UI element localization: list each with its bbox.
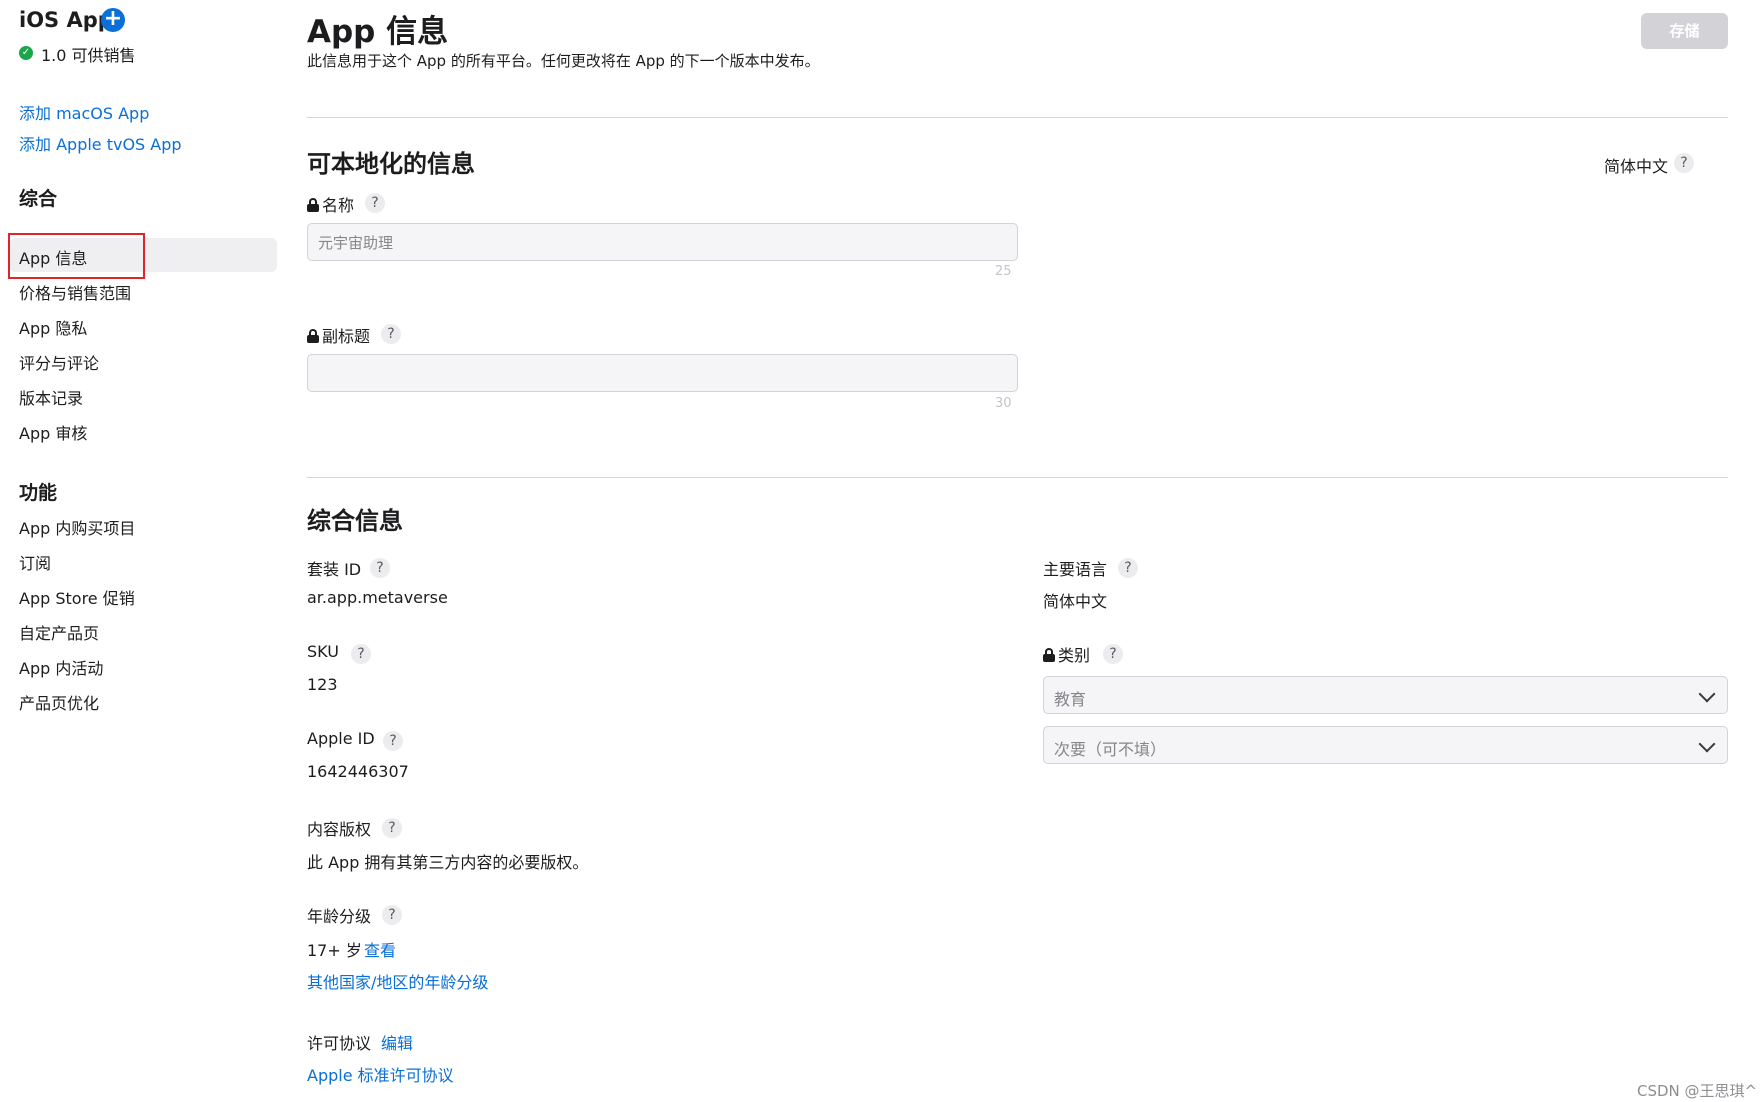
section-divider — [307, 477, 1728, 478]
sidebar-heading-general: 综合 — [19, 188, 58, 210]
primary-category-value: 教育 — [1054, 690, 1087, 709]
standard-license-link[interactable]: Apple 标准许可协议 — [307, 1062, 454, 1086]
sidebar-item-app-info[interactable]: App 信息 — [19, 245, 87, 269]
sidebar-item-in-app-purchases[interactable]: App 内购买项目 — [19, 515, 135, 539]
subtitle-char-counter: 30 — [995, 396, 1012, 411]
status-check-icon: ✓ — [19, 46, 33, 60]
chevron-down-icon — [1698, 685, 1716, 703]
app-platform-title: iOS App — [19, 8, 113, 32]
name-char-counter: 25 — [995, 264, 1012, 279]
lock-icon — [307, 329, 319, 343]
sidebar-item-in-app-events[interactable]: App 内活动 — [19, 655, 103, 679]
lock-icon — [307, 198, 319, 212]
bundle-id-value: ar.app.metaverse — [307, 588, 448, 607]
category-label: 类别 — [1043, 642, 1090, 666]
license-label: 许可协议 — [307, 1034, 372, 1053]
sidebar-item-product-page-optimization[interactable]: 产品页优化 — [19, 690, 99, 714]
subtitle-field[interactable] — [307, 354, 1018, 392]
watermark: CSDN @王思琪^ — [1637, 1082, 1758, 1100]
name-field[interactable] — [307, 223, 1018, 261]
age-rating-view-link[interactable]: 查看 — [364, 937, 396, 961]
bundle-id-help-icon[interactable]: ? — [370, 558, 390, 578]
lock-icon — [1043, 648, 1055, 662]
primary-category-select[interactable]: 教育 — [1043, 676, 1728, 714]
sku-help-icon[interactable]: ? — [351, 644, 371, 664]
other-regions-age-rating-link[interactable]: 其他国家/地区的年龄分级 — [307, 969, 488, 993]
content-rights-label: 内容版权 — [307, 820, 372, 839]
general-section-title: 综合信息 — [307, 507, 403, 535]
add-platform-plus-icon[interactable]: + — [101, 8, 125, 32]
sidebar-item-app-store-promotions[interactable]: App Store 促销 — [19, 585, 135, 609]
apple-id-value: 1642446307 — [307, 762, 409, 781]
sidebar-item-version-history[interactable]: 版本记录 — [19, 385, 83, 409]
subtitle-help-icon[interactable]: ? — [381, 324, 401, 344]
chevron-down-icon — [1698, 735, 1716, 753]
sku-label: SKU — [307, 642, 339, 661]
sidebar-item-custom-product-pages[interactable]: 自定产品页 — [19, 620, 99, 644]
add-tvos-app-link[interactable]: 添加 Apple tvOS App — [19, 131, 182, 155]
secondary-category-select[interactable]: 次要（可不填） — [1043, 726, 1728, 764]
page-title: App 信息 — [307, 14, 449, 50]
age-rating-help-icon[interactable]: ? — [382, 905, 402, 925]
license-edit-link[interactable]: 编辑 — [381, 1030, 413, 1054]
apple-id-label: Apple ID — [307, 729, 375, 748]
apple-id-help-icon[interactable]: ? — [383, 731, 403, 751]
bundle-id-label: 套装 ID — [307, 560, 362, 579]
sku-value: 123 — [307, 675, 338, 694]
sidebar-item-privacy[interactable]: App 隐私 — [19, 315, 87, 339]
name-help-icon[interactable]: ? — [365, 193, 385, 213]
page-subtitle: 此信息用于这个 App 的所有平台。任何更改将在 App 的下一个版本中发布。 — [307, 52, 820, 70]
category-help-icon[interactable]: ? — [1103, 644, 1123, 664]
age-rating-value: 17+ 岁 — [307, 941, 362, 960]
secondary-category-placeholder: 次要（可不填） — [1054, 740, 1167, 759]
save-button[interactable]: 存储 — [1641, 13, 1728, 49]
age-rating-label: 年龄分级 — [307, 907, 372, 926]
sidebar-item-pricing[interactable]: 价格与销售范围 — [19, 280, 131, 304]
header-divider — [307, 117, 1728, 118]
content-rights-help-icon[interactable]: ? — [382, 818, 402, 838]
primary-language-help-icon[interactable]: ? — [1118, 558, 1138, 578]
sidebar-item-ratings[interactable]: 评分与评论 — [19, 350, 99, 374]
primary-language-value: 简体中文 — [1043, 592, 1108, 611]
localizable-section-title: 可本地化的信息 — [307, 150, 475, 178]
name-label: 名称 — [307, 192, 354, 216]
version-status: 1.0 可供销售 — [41, 46, 136, 65]
sidebar-item-subscriptions[interactable]: 订阅 — [19, 550, 51, 574]
content-rights-value: 此 App 拥有其第三方内容的必要版权。 — [307, 853, 589, 872]
add-macos-app-link[interactable]: 添加 macOS App — [19, 100, 149, 124]
primary-language-label: 主要语言 — [1043, 560, 1108, 579]
language-selector[interactable]: 简体中文 — [1604, 153, 1668, 177]
language-help-icon[interactable]: ? — [1674, 153, 1694, 173]
subtitle-label: 副标题 — [307, 323, 370, 347]
sidebar-item-app-review[interactable]: App 审核 — [19, 420, 87, 444]
sidebar-heading-features: 功能 — [19, 482, 58, 504]
